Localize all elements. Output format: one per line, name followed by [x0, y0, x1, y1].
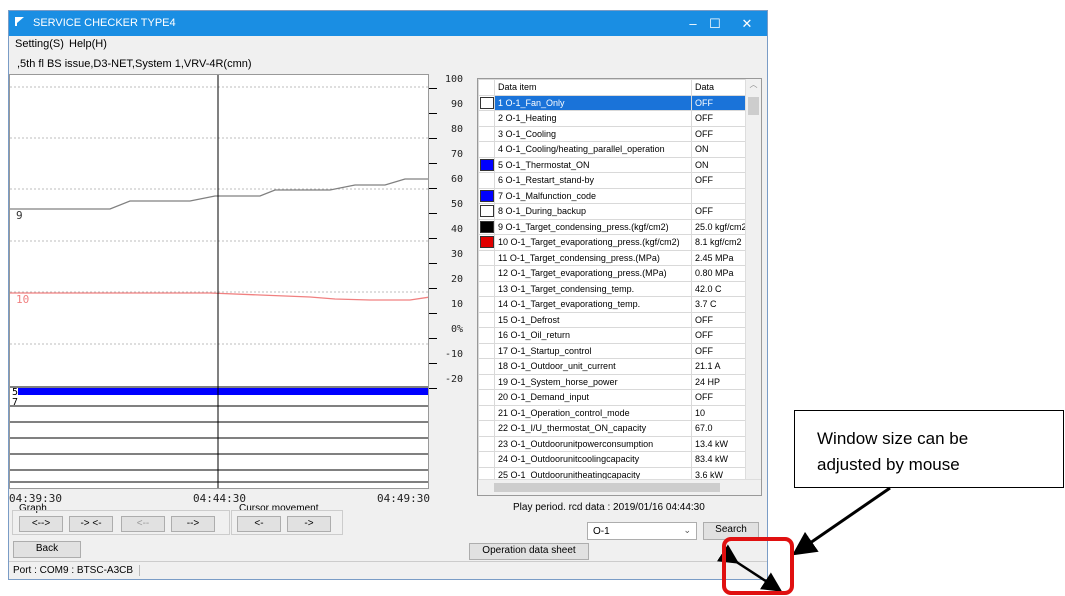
annotation-arrows	[716, 486, 891, 592]
resize-grip-highlight	[722, 537, 794, 595]
callout-pointer-arrow	[792, 486, 891, 556]
